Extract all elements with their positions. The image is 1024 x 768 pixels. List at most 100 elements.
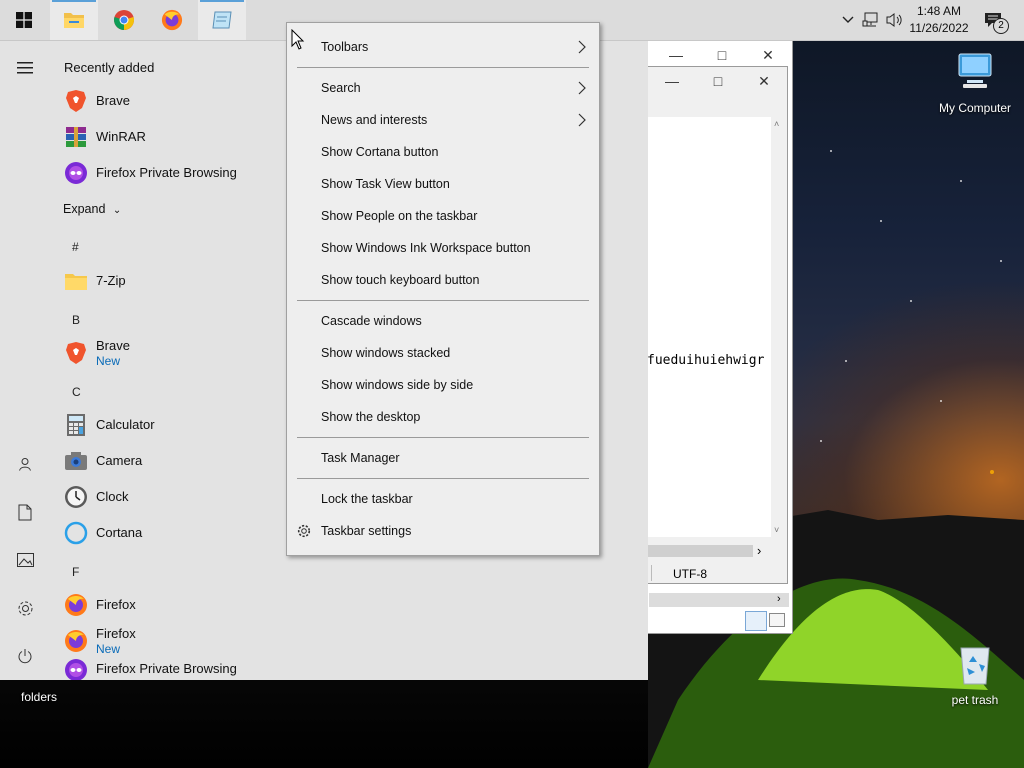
scroll-down-arrow[interactable]: ˅ bbox=[774, 525, 779, 535]
section-letter-f[interactable]: F bbox=[72, 565, 79, 579]
notepad-text: fueduihuiehwigr bbox=[647, 353, 765, 368]
start-item-firefox-private[interactable]: Firefox Private Browsing bbox=[62, 656, 237, 680]
menu-item-news-and-interests[interactable]: News and interests bbox=[287, 106, 599, 134]
star bbox=[1000, 260, 1002, 262]
section-letter-hash[interactable]: # bbox=[72, 240, 79, 254]
settings-button[interactable] bbox=[9, 592, 41, 624]
pictures-button[interactable] bbox=[9, 544, 41, 576]
scroll-up-arrow[interactable]: ˄ bbox=[774, 119, 779, 129]
start-item-7zip[interactable]: 7-Zip bbox=[62, 263, 126, 299]
menu-item-label: Task Manager bbox=[321, 451, 400, 465]
firefox-icon bbox=[161, 9, 183, 31]
taskbar-firefox[interactable] bbox=[148, 0, 196, 40]
menu-item-lock-taskbar[interactable]: Lock the taskbar bbox=[287, 485, 599, 513]
start-item-clock[interactable]: Clock bbox=[62, 479, 129, 515]
start-item-brave[interactable]: Brave New bbox=[62, 335, 130, 371]
desktop-icon-folders[interactable]: folders bbox=[0, 690, 84, 704]
brave-icon bbox=[62, 87, 90, 115]
section-letter-b[interactable]: B bbox=[72, 313, 80, 327]
horizontal-scrollbar[interactable] bbox=[641, 545, 753, 557]
menu-separator bbox=[297, 300, 589, 301]
hamburger-menu-button[interactable] bbox=[9, 52, 41, 84]
speaker-icon bbox=[886, 13, 902, 27]
chevron-right-icon bbox=[578, 113, 586, 127]
new-badge: New bbox=[96, 354, 121, 368]
start-rail bbox=[0, 40, 50, 680]
start-item-label: Firefox bbox=[96, 626, 136, 641]
close-button[interactable]: ✕ bbox=[745, 41, 791, 69]
action-center-button[interactable]: 2 bbox=[981, 10, 1009, 34]
desktop-icon-label: folders bbox=[20, 690, 58, 704]
maximize-button[interactable]: □ bbox=[699, 41, 745, 69]
recently-added-header: Recently added bbox=[64, 60, 155, 75]
menu-item-taskbar-settings[interactable]: Taskbar settings bbox=[287, 517, 599, 545]
chevron-up-icon bbox=[842, 16, 854, 23]
network-button[interactable] bbox=[861, 10, 881, 30]
minimize-button[interactable]: — bbox=[653, 41, 699, 69]
start-item-camera[interactable]: Camera bbox=[62, 443, 142, 479]
maximize-button[interactable]: □ bbox=[695, 67, 741, 95]
minimize-button[interactable]: — bbox=[649, 67, 695, 95]
preview-view-icon[interactable] bbox=[769, 613, 785, 627]
volume-button[interactable] bbox=[884, 10, 904, 30]
menu-item-label: News and interests bbox=[321, 113, 428, 127]
menu-item-windows-side-by-side[interactable]: Show windows side by side bbox=[287, 371, 599, 399]
menu-item-show-touch-keyboard[interactable]: Show touch keyboard button bbox=[287, 266, 599, 294]
start-item-brave-recent[interactable]: Brave bbox=[62, 83, 130, 119]
desktop-icon-label: My Computer bbox=[938, 101, 1012, 115]
menu-item-show-cortana[interactable]: Show Cortana button bbox=[287, 138, 599, 166]
clock-date: 11/26/2022 bbox=[909, 21, 969, 35]
taskbar-context-menu: Toolbars Search News and interests Show … bbox=[286, 22, 600, 556]
power-button[interactable] bbox=[9, 640, 41, 672]
taskbar-notepad[interactable] bbox=[198, 0, 246, 40]
star bbox=[880, 220, 882, 222]
desktop-icon-my-computer[interactable]: My Computer bbox=[930, 50, 1020, 115]
menu-item-show-people[interactable]: Show People on the taskbar bbox=[287, 202, 599, 230]
documents-button[interactable] bbox=[9, 496, 41, 528]
close-button[interactable]: ✕ bbox=[741, 67, 787, 95]
menu-item-show-task-view[interactable]: Show Task View button bbox=[287, 170, 599, 198]
user-icon bbox=[19, 458, 31, 471]
horizontal-scrollbar[interactable] bbox=[649, 593, 789, 607]
vertical-scrollbar[interactable]: ˄ ˅ bbox=[771, 117, 785, 537]
menu-item-windows-stacked[interactable]: Show windows stacked bbox=[287, 339, 599, 367]
start-item-label: Brave bbox=[96, 338, 130, 353]
notepad-window[interactable]: — □ ✕ fueduihuiehwigr ˄ ˅ › UTF-8 bbox=[640, 66, 788, 584]
scroll-right-arrow[interactable]: › bbox=[777, 593, 781, 605]
menu-item-label: Show touch keyboard button bbox=[321, 273, 480, 287]
menu-item-toolbars[interactable]: Toolbars bbox=[287, 33, 599, 61]
menu-item-cascade-windows[interactable]: Cascade windows bbox=[287, 307, 599, 335]
start-button[interactable] bbox=[0, 0, 48, 40]
start-item-firefox-new[interactable]: Firefox New bbox=[62, 623, 136, 659]
start-item-calculator[interactable]: Calculator bbox=[62, 407, 155, 443]
start-item-firefox[interactable]: Firefox bbox=[62, 587, 136, 623]
show-hidden-icons-button[interactable] bbox=[838, 10, 858, 30]
menu-item-show-ink-workspace[interactable]: Show Windows Ink Workspace button bbox=[287, 234, 599, 262]
section-letter-c[interactable]: C bbox=[72, 385, 81, 399]
menu-item-search[interactable]: Search bbox=[287, 74, 599, 102]
details-view-icon[interactable] bbox=[745, 611, 767, 631]
menu-item-task-manager[interactable]: Task Manager bbox=[287, 444, 599, 472]
gear-icon bbox=[18, 601, 32, 615]
notepad-text-area[interactable]: fueduihuiehwigr bbox=[641, 117, 771, 537]
firefox-private-icon bbox=[62, 656, 90, 680]
start-item-cortana[interactable]: Cortana bbox=[62, 515, 142, 551]
expand-button[interactable]: Expand ⌄ bbox=[63, 202, 121, 216]
menu-item-show-desktop[interactable]: Show the desktop bbox=[287, 403, 599, 431]
user-account-button[interactable] bbox=[9, 448, 41, 480]
start-item-winrar[interactable]: WinRAR bbox=[62, 119, 146, 155]
start-item-label: Firefox bbox=[96, 597, 136, 612]
taskbar-chrome[interactable] bbox=[100, 0, 148, 40]
chevron-right-icon bbox=[578, 40, 586, 54]
folder-icon bbox=[64, 13, 84, 28]
hamburger-icon bbox=[17, 62, 33, 74]
star bbox=[830, 150, 832, 152]
clock[interactable]: 1:48 AM 11/26/2022 bbox=[904, 3, 974, 37]
scroll-right-arrow[interactable]: › bbox=[757, 543, 761, 558]
menu-item-label: Lock the taskbar bbox=[321, 492, 413, 506]
desktop-icon-pet-trash[interactable]: pet trash bbox=[930, 642, 1020, 707]
windows-logo-icon bbox=[16, 12, 32, 28]
taskbar-file-explorer[interactable] bbox=[50, 0, 98, 40]
start-item-firefox-private-recent[interactable]: Firefox Private Browsing bbox=[62, 155, 237, 191]
new-badge: New bbox=[96, 642, 121, 656]
